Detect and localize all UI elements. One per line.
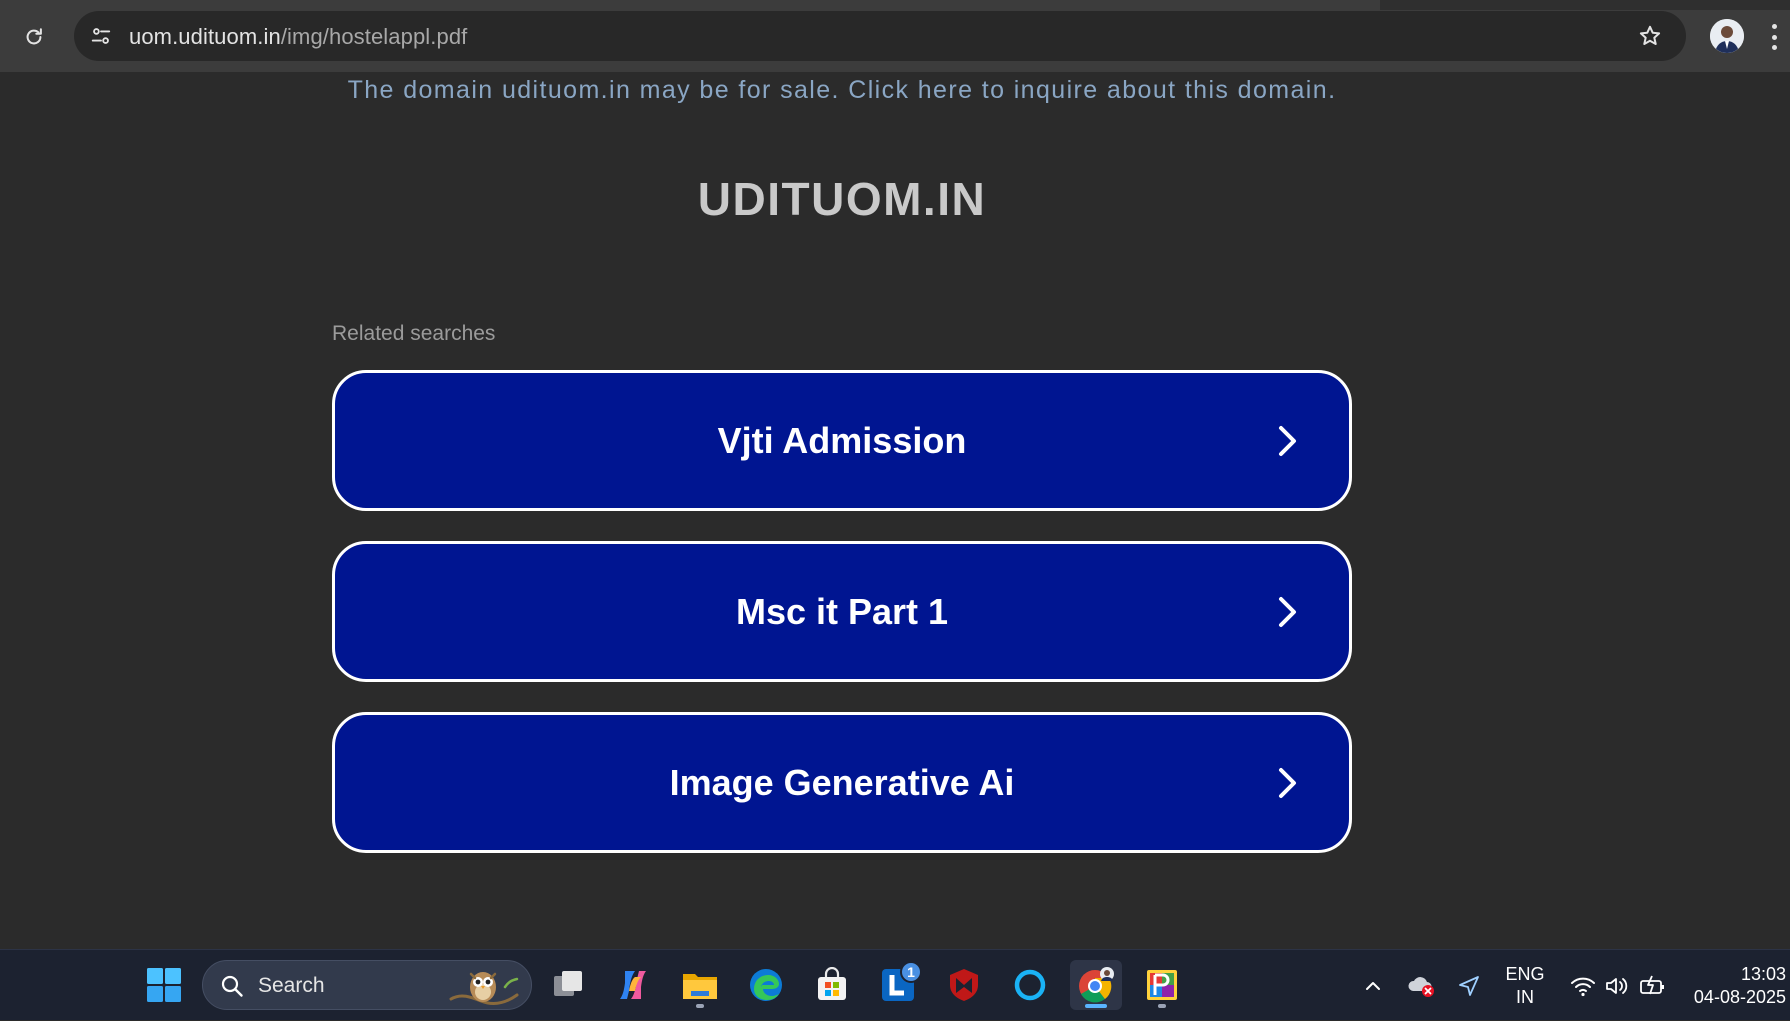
- reload-icon: [26, 28, 42, 45]
- location-arrow-icon: [1459, 975, 1479, 996]
- avatar-icon: [1710, 19, 1744, 53]
- copilot-icon: [620, 971, 646, 999]
- tab-strip: [0, 0, 1790, 10]
- related-search-button[interactable]: Msc it Part 1: [332, 541, 1352, 682]
- file-explorer-button[interactable]: [674, 960, 726, 1010]
- language-code: ENG: [1505, 964, 1545, 984]
- url-path: /img/hostelappl.pdf: [280, 24, 468, 49]
- running-indicator: [696, 1004, 704, 1008]
- chevron-right-icon: [1279, 596, 1296, 627]
- related-search-label: Msc it Part 1: [735, 590, 949, 632]
- bookmark-star-button[interactable]: [1636, 22, 1664, 50]
- microsoft-store-button[interactable]: [806, 960, 858, 1010]
- reload-button[interactable]: [19, 22, 49, 52]
- speaker-icon: [1606, 977, 1628, 994]
- cortana-button[interactable]: [1004, 960, 1056, 1010]
- edge-button[interactable]: [740, 960, 792, 1010]
- notification-badge: 1: [900, 961, 922, 983]
- copilot-button[interactable]: [607, 960, 659, 1010]
- mcafee-icon: [950, 969, 978, 1001]
- chrome-button[interactable]: [1070, 960, 1122, 1010]
- active-indicator: [1085, 1004, 1107, 1008]
- microsoft-store-icon: [818, 967, 846, 1000]
- tune-icon: [91, 28, 111, 44]
- input-language-indicator[interactable]: ENG IN: [1500, 963, 1550, 1009]
- related-searches-label: Related searches: [332, 322, 496, 345]
- mcafee-button[interactable]: [938, 960, 990, 1010]
- file-explorer-icon: [683, 974, 717, 999]
- related-search-button[interactable]: Vjti Admission: [332, 370, 1352, 511]
- volume-button[interactable]: [1600, 950, 1634, 1021]
- taskbar-clock[interactable]: 13:03 04-08-2025: [1680, 963, 1786, 1009]
- url-host: uom.udituom.in: [129, 24, 281, 49]
- network-status-button[interactable]: [1566, 950, 1600, 1021]
- taskbar-search-box[interactable]: Search: [202, 960, 532, 1010]
- search-placeholder: Search: [258, 974, 325, 997]
- chevron-right-icon: [1279, 425, 1296, 456]
- location-status-button[interactable]: [1452, 950, 1486, 1021]
- chevron-up-icon: [1366, 981, 1380, 990]
- owl-highlight-icon: [449, 972, 519, 1005]
- domain-sale-banner[interactable]: The domain udituom.in may be for sale. C…: [0, 76, 1684, 105]
- site-info-button[interactable]: [88, 23, 114, 49]
- running-indicator: [1158, 1004, 1166, 1008]
- windows-start-icon: [147, 968, 181, 1002]
- edge-icon: [750, 969, 782, 1001]
- url-text[interactable]: uom.udituom.in/img/hostelappl.pdf: [129, 24, 467, 50]
- parked-domain-page: The domain udituom.in may be for sale. C…: [0, 72, 1790, 949]
- wifi-icon: [1571, 977, 1595, 996]
- region-code: IN: [1516, 987, 1534, 1007]
- cortana-icon: [1014, 969, 1046, 1001]
- clock-time: 13:03: [1740, 964, 1786, 984]
- paint-app-button[interactable]: [1136, 960, 1188, 1010]
- address-bar[interactable]: uom.udituom.in/img/hostelappl.pdf: [74, 11, 1686, 61]
- browser-menu-button[interactable]: [1768, 22, 1780, 52]
- show-hidden-icons-button[interactable]: [1358, 950, 1388, 1021]
- onedrive-status-button[interactable]: [1404, 950, 1438, 1021]
- search-icon: [221, 975, 243, 997]
- task-view-button[interactable]: [542, 960, 594, 1010]
- chrome-icon: [1079, 967, 1114, 1003]
- related-search-label: Image Generative Ai: [669, 761, 1015, 803]
- battery-charging-icon: [1640, 975, 1664, 994]
- browser-toolbar: uom.udituom.in/img/hostelappl.pdf: [0, 0, 1790, 72]
- cloud-error-icon: [1408, 976, 1434, 997]
- related-search-button[interactable]: Image Generative Ai: [332, 712, 1352, 853]
- clock-date: 04-08-2025: [1693, 987, 1786, 1007]
- paint-app-icon: [1147, 970, 1177, 1000]
- related-search-label: Vjti Admission: [717, 419, 967, 461]
- active-tab-edge[interactable]: [0, 0, 1380, 10]
- chevron-right-icon: [1279, 767, 1296, 798]
- task-view-icon: [554, 971, 582, 996]
- battery-status-button[interactable]: [1636, 950, 1670, 1021]
- site-title: UDITUOM.IN: [697, 173, 987, 225]
- linkedin-button[interactable]: 1: [872, 960, 924, 1010]
- profile-avatar[interactable]: [1710, 19, 1744, 53]
- star-icon: [1639, 25, 1661, 45]
- windows-taskbar: Search 1 ENG IN 13:03 04-08-2025: [0, 949, 1790, 1020]
- start-button[interactable]: [138, 960, 190, 1010]
